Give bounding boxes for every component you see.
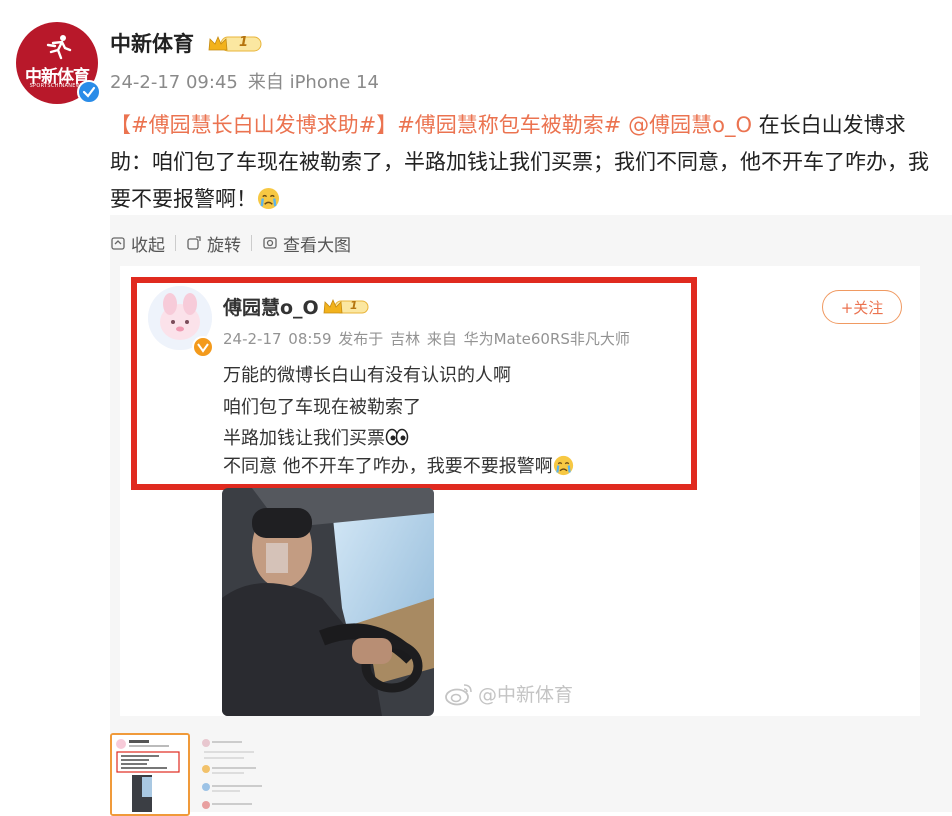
post-meta: 24-2-17 09:45 来自 iPhone 14 <box>110 68 389 94</box>
follow-button: +关注 <box>822 290 902 324</box>
thumbnail-preview-image <box>112 735 188 814</box>
watermark: @中新体育 <box>444 680 573 707</box>
runner-logo-icon <box>46 35 72 60</box>
level-badge: 1 <box>207 34 263 54</box>
rotate-button[interactable]: 旋转 <box>176 231 251 256</box>
crying-emoji-icon <box>257 187 280 210</box>
car-interior-image <box>222 488 434 716</box>
post-body: 【#傅园慧长白山发博求助#】#傅园慧称包车被勒索# @傅园慧o_O 在长白山发博… <box>110 107 930 218</box>
view-large-icon <box>263 237 277 249</box>
hashtag-link[interactable]: #傅园慧称包车被勒索# <box>397 113 621 137</box>
level-badge-number: 1 <box>239 35 249 50</box>
view-large-label: 查看大图 <box>283 235 351 256</box>
weibo-logo-icon <box>445 683 472 705</box>
driver-photo <box>222 488 434 716</box>
view-large-button[interactable]: 查看大图 <box>252 231 361 256</box>
image-toolbar: 收起 旋转 查看大图 <box>110 230 361 256</box>
post-source: 来自 iPhone 14 <box>247 72 379 93</box>
verified-icon <box>77 80 101 104</box>
post-date[interactable]: 24-2-17 09:45 <box>110 72 238 93</box>
rotate-label: 旋转 <box>207 235 241 256</box>
collapse-icon <box>111 237 125 250</box>
crown-badge-icon <box>208 35 262 52</box>
collapse-label: 收起 <box>131 235 165 256</box>
thumbnail-preview-image <box>196 735 276 812</box>
thumbnail-selected[interactable] <box>110 733 190 816</box>
watermark-text: @中新体育 <box>478 684 574 706</box>
thumbnail[interactable] <box>196 735 276 812</box>
author-name[interactable]: 中新体育 <box>110 28 194 58</box>
highlight-box <box>131 277 697 490</box>
collapse-button[interactable]: 收起 <box>110 231 175 256</box>
hashtag-link[interactable]: 【#傅园慧长白山发博求助#】 <box>110 113 397 137</box>
rotate-icon <box>187 236 201 250</box>
mention-link[interactable]: @傅园慧o_O <box>628 113 752 137</box>
